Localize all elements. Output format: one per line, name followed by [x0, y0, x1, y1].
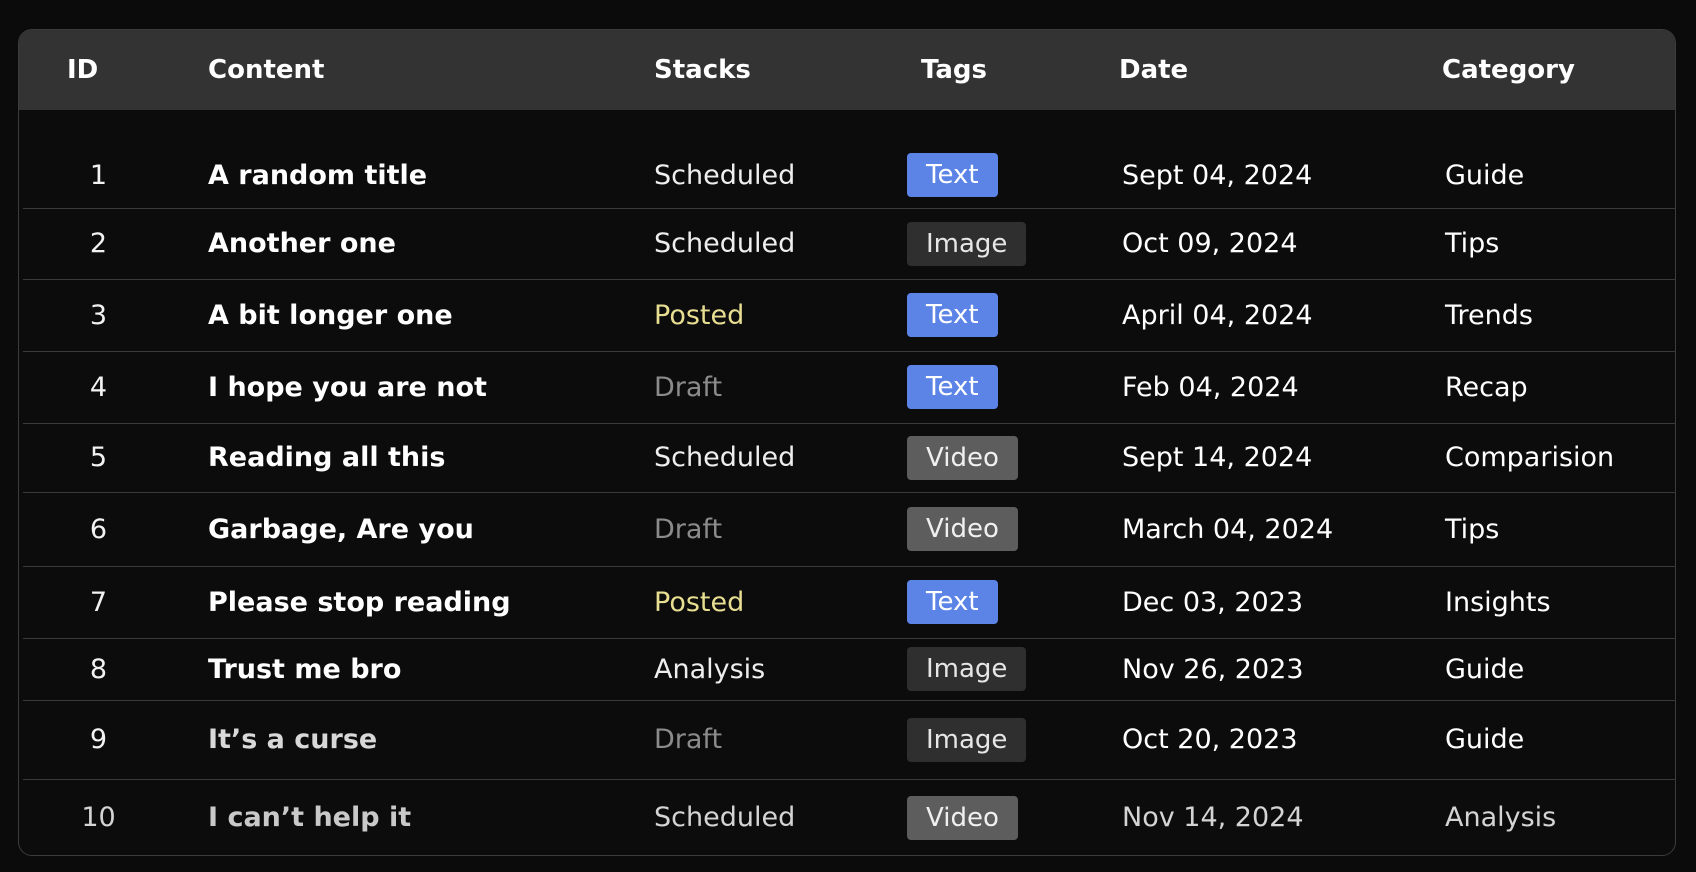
- row-id: 9: [89, 724, 108, 755]
- row-content[interactable]: I hope you are not: [208, 351, 487, 423]
- column-header-content[interactable]: Content: [208, 30, 324, 110]
- row-date: Sept 04, 2024: [1122, 159, 1313, 191]
- table-row[interactable]: 2 Another one Scheduled Image Oct 09, 2024 Ti…: [23, 208, 1675, 280]
- tag-badge[interactable]: Video: [907, 435, 1018, 480]
- tag-badge[interactable]: Video: [907, 507, 1018, 551]
- tag-badge[interactable]: Text: [907, 293, 998, 337]
- row-stack-status: Scheduled: [654, 442, 796, 473]
- row-content[interactable]: A bit longer one: [208, 279, 453, 351]
- row-stack-status: Posted: [654, 299, 745, 331]
- row-id: 1: [89, 159, 108, 191]
- table-row[interactable]: 5 Reading all this Scheduled Video Sept 14, …: [23, 423, 1675, 493]
- row-id: 6: [89, 513, 108, 545]
- row-content[interactable]: Reading all this: [208, 423, 445, 492]
- tag-badge[interactable]: Text: [907, 580, 998, 624]
- row-tag: Text: [907, 115, 998, 208]
- table-row[interactable]: 1 A random title Scheduled Text Sept 04, 202…: [23, 115, 1675, 209]
- content-table: ID Content Stacks Tags Date Category 1 A …: [18, 29, 1676, 856]
- row-tag: Image: [907, 638, 1027, 700]
- row-tag: Video: [907, 779, 1018, 855]
- row-content[interactable]: Trust me bro: [208, 638, 401, 700]
- row-id: 8: [89, 653, 108, 685]
- row-category: Tips: [1445, 513, 1500, 545]
- row-date: March 04, 2024: [1122, 513, 1334, 545]
- row-category: Guide: [1445, 724, 1525, 755]
- table-row[interactable]: 6 Garbage, Are you Draft Video March 04, 202…: [23, 492, 1675, 567]
- row-tag: Image: [907, 700, 1027, 779]
- row-id: 10: [81, 802, 116, 833]
- row-tag: Image: [907, 208, 1027, 279]
- row-stack-status: Analysis: [654, 653, 766, 685]
- table-row[interactable]: 10 I can’t help it Scheduled Video Nov 14, 2…: [23, 779, 1675, 855]
- table-row[interactable]: 3 A bit longer one Posted Text April 04, 202…: [23, 279, 1675, 352]
- tag-badge[interactable]: Text: [907, 365, 998, 409]
- row-stack-status: Draft: [654, 371, 723, 403]
- tag-badge[interactable]: Image: [907, 221, 1027, 266]
- row-content[interactable]: Please stop reading: [208, 566, 511, 638]
- row-tag: Video: [907, 423, 1018, 492]
- row-category: Tips: [1445, 228, 1500, 259]
- row-category: Guide: [1445, 653, 1525, 685]
- row-category: Guide: [1445, 159, 1525, 191]
- row-category: Insights: [1445, 586, 1551, 618]
- tag-badge[interactable]: Video: [907, 795, 1018, 840]
- row-content[interactable]: I can’t help it: [208, 779, 411, 855]
- row-tag: Text: [907, 351, 998, 423]
- row-date: Nov 14, 2024: [1122, 802, 1304, 833]
- tag-badge[interactable]: Image: [907, 717, 1027, 762]
- row-tag: Text: [907, 279, 998, 351]
- row-date: Feb 04, 2024: [1122, 371, 1299, 403]
- tag-badge[interactable]: Image: [907, 647, 1027, 691]
- row-category: Analysis: [1445, 802, 1557, 833]
- row-date: April 04, 2024: [1122, 299, 1313, 331]
- column-header-category[interactable]: Category: [1442, 30, 1575, 110]
- table-header: ID Content Stacks Tags Date Category: [19, 30, 1675, 110]
- row-stack-status: Scheduled: [654, 802, 796, 833]
- row-tag: Video: [907, 492, 1018, 566]
- row-category: Comparision: [1445, 442, 1615, 473]
- row-id: 5: [89, 442, 108, 473]
- row-date: Dec 03, 2023: [1122, 586, 1304, 618]
- row-id: 3: [89, 299, 108, 331]
- row-tag: Text: [907, 566, 998, 638]
- row-category: Recap: [1445, 371, 1528, 403]
- row-date: Oct 09, 2024: [1122, 228, 1298, 259]
- row-date: Oct 20, 2023: [1122, 724, 1298, 755]
- row-content[interactable]: It’s a curse: [208, 700, 377, 779]
- row-stack-status: Scheduled: [654, 159, 796, 191]
- row-id: 2: [89, 228, 108, 259]
- column-header-stacks[interactable]: Stacks: [654, 30, 751, 110]
- row-category: Trends: [1445, 299, 1533, 331]
- table-row[interactable]: 9 It’s a curse Draft Image Oct 20, 2023 Guide: [23, 700, 1675, 780]
- table-row[interactable]: 4 I hope you are not Draft Text Feb 04, 2024…: [23, 351, 1675, 424]
- row-stack-status: Draft: [654, 724, 723, 755]
- row-content[interactable]: A random title: [208, 115, 427, 208]
- row-stack-status: Draft: [654, 513, 723, 545]
- row-content[interactable]: Another one: [208, 208, 396, 279]
- column-header-date[interactable]: Date: [1119, 30, 1188, 110]
- table-row[interactable]: 8 Trust me bro Analysis Image Nov 26, 2023 Gu…: [23, 638, 1675, 701]
- row-date: Nov 26, 2023: [1122, 653, 1304, 685]
- row-stack-status: Scheduled: [654, 228, 796, 259]
- row-date: Sept 14, 2024: [1122, 442, 1313, 473]
- row-content[interactable]: Garbage, Are you: [208, 492, 474, 566]
- tag-badge[interactable]: Text: [907, 153, 998, 197]
- column-header-id[interactable]: ID: [67, 30, 98, 110]
- column-header-tags[interactable]: Tags: [921, 30, 987, 110]
- row-id: 7: [89, 586, 108, 618]
- row-stack-status: Posted: [654, 586, 745, 618]
- table-row[interactable]: 7 Please stop reading Posted Text Dec 03, 20…: [23, 566, 1675, 639]
- row-id: 4: [89, 371, 108, 403]
